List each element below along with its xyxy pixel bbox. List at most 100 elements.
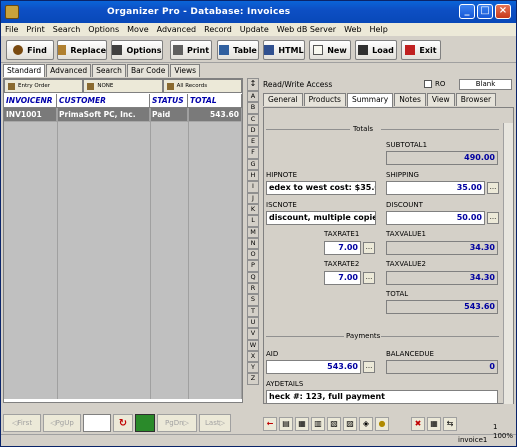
menu-print[interactable]: Print: [26, 25, 44, 34]
taxrate1-ellipsis-button[interactable]: ...: [363, 242, 375, 254]
column-status[interactable]: STATUS: [150, 94, 188, 108]
balance-field[interactable]: 0: [386, 360, 498, 374]
form-scrollbar[interactable]: [503, 123, 513, 404]
menu-webdbserver[interactable]: Web dB Server: [277, 25, 336, 34]
taxrate1-field[interactable]: 7.00: [324, 241, 361, 255]
alpha-s[interactable]: S: [247, 294, 259, 306]
shipping-field[interactable]: 35.00: [386, 181, 485, 195]
tab-notes[interactable]: Notes: [394, 93, 426, 106]
copy-record-icon[interactable]: ▧: [327, 417, 341, 431]
taxrate2-field[interactable]: 7.00: [324, 271, 361, 285]
alpha-j[interactable]: J: [247, 192, 259, 204]
entry-order-button[interactable]: Entry Order: [4, 79, 84, 93]
record-input[interactable]: [83, 414, 111, 432]
paydetails-field[interactable]: heck #: 123, full payment: [266, 390, 498, 404]
menu-help[interactable]: Help: [370, 25, 388, 34]
all-records-button[interactable]: All Records: [162, 79, 242, 93]
alpha-a[interactable]: A: [247, 91, 259, 103]
none-button[interactable]: NONE: [83, 79, 163, 93]
spreadsheet-icon[interactable]: ▦: [427, 417, 441, 431]
alpha-n[interactable]: N: [247, 237, 259, 250]
tab-view[interactable]: View: [426, 93, 455, 106]
tab-standard[interactable]: Standard: [3, 64, 46, 77]
alpha-h[interactable]: H: [247, 170, 259, 182]
alpha-i[interactable]: I: [247, 181, 259, 193]
alpha-r[interactable]: R: [247, 283, 259, 295]
exit-button[interactable]: Exit: [401, 40, 441, 60]
back-arrow-icon[interactable]: ←: [263, 417, 277, 431]
alpha-p[interactable]: P: [247, 260, 259, 272]
arrow-up-icon[interactable]: ↕: [247, 78, 259, 91]
minimize-button[interactable]: _: [459, 4, 475, 19]
tab-browser[interactable]: Browser: [455, 93, 497, 106]
alpha-z[interactable]: Z: [247, 373, 259, 385]
menu-advanced[interactable]: Advanced: [157, 25, 197, 34]
column-total[interactable]: TOTAL: [188, 94, 242, 108]
table-row[interactable]: INV1001 PrimaSoft PC, Inc. Paid 543.60: [4, 108, 242, 122]
discount-ellipsis-button[interactable]: ...: [487, 212, 499, 224]
alpha-b[interactable]: B: [247, 102, 259, 114]
maximize-button[interactable]: □: [477, 4, 493, 19]
alpha-c[interactable]: C: [247, 113, 259, 125]
taxvalue2-field[interactable]: 34.30: [386, 271, 498, 285]
tab-products[interactable]: Products: [303, 93, 346, 106]
tab-general[interactable]: General: [263, 93, 303, 106]
alpha-u[interactable]: U: [247, 316, 259, 329]
sync-icon[interactable]: ⇆: [443, 417, 457, 431]
new-button[interactable]: New: [309, 40, 351, 60]
print-record-icon[interactable]: ▤: [279, 417, 293, 431]
column-customer[interactable]: CUSTOMER: [57, 94, 150, 108]
column-invoicenr[interactable]: INVOICENR: [4, 94, 57, 108]
alpha-k[interactable]: K: [247, 203, 259, 216]
close-button[interactable]: ×: [495, 4, 511, 19]
idea-icon[interactable]: ●: [375, 417, 389, 431]
menu-file[interactable]: File: [5, 25, 18, 34]
calendar-icon[interactable]: [135, 414, 155, 432]
load-button[interactable]: Load: [355, 40, 397, 60]
save-record-icon[interactable]: ▦: [295, 417, 309, 431]
shipping-ellipsis-button[interactable]: ...: [487, 182, 499, 194]
options-button[interactable]: Options: [111, 40, 163, 60]
last-button[interactable]: Last ▷: [199, 414, 231, 432]
discnote-field[interactable]: discount, multiple copies: [266, 211, 376, 225]
alpha-t[interactable]: T: [247, 305, 259, 317]
find-record-icon[interactable]: ◈: [359, 417, 373, 431]
subtotal-field[interactable]: 490.00: [386, 151, 498, 165]
alpha-g[interactable]: G: [247, 158, 259, 171]
alpha-m[interactable]: M: [247, 226, 259, 238]
pgdn-button[interactable]: PgDn ▷: [157, 414, 197, 432]
taxrate2-ellipsis-button[interactable]: ...: [363, 272, 375, 284]
delete-record-icon[interactable]: ▥: [311, 417, 325, 431]
menu-move[interactable]: Move: [127, 25, 148, 34]
paste-record-icon[interactable]: ▨: [343, 417, 357, 431]
stop-icon[interactable]: ✖: [411, 417, 425, 431]
tab-summary[interactable]: Summary: [346, 93, 394, 107]
alpha-l[interactable]: L: [247, 215, 259, 227]
alpha-x[interactable]: X: [247, 350, 259, 363]
goto-icon[interactable]: ↻: [113, 414, 133, 432]
paid-ellipsis-button[interactable]: ...: [363, 361, 375, 373]
total-field[interactable]: 543.60: [386, 300, 498, 314]
alpha-q[interactable]: Q: [247, 271, 259, 284]
ro-checkbox[interactable]: RO: [424, 80, 445, 88]
taxvalue1-field[interactable]: 34.30: [386, 241, 498, 255]
menu-record[interactable]: Record: [204, 25, 232, 34]
alpha-v[interactable]: V: [247, 328, 259, 340]
discount-field[interactable]: 50.00: [386, 211, 485, 225]
records-grid[interactable]: INVOICENR CUSTOMER STATUS TOTAL INV1001 …: [4, 94, 242, 399]
blank-field[interactable]: Blank: [459, 79, 512, 90]
alpha-f[interactable]: F: [247, 147, 259, 159]
tab-search[interactable]: Search: [92, 64, 126, 77]
find-button[interactable]: Find: [6, 40, 54, 60]
print-button[interactable]: Print: [170, 40, 212, 60]
alpha-d[interactable]: D: [247, 124, 259, 137]
menu-search[interactable]: Search: [53, 25, 80, 34]
pgup-button[interactable]: ◁ PgUp: [43, 414, 81, 432]
alpha-o[interactable]: O: [247, 249, 259, 261]
table-button[interactable]: Table: [217, 40, 259, 60]
menu-options[interactable]: Options: [88, 25, 119, 34]
menu-web[interactable]: Web: [344, 25, 361, 34]
paid-field[interactable]: 543.60: [266, 360, 361, 374]
tab-views[interactable]: Views: [170, 64, 201, 77]
alpha-y[interactable]: Y: [247, 362, 259, 374]
